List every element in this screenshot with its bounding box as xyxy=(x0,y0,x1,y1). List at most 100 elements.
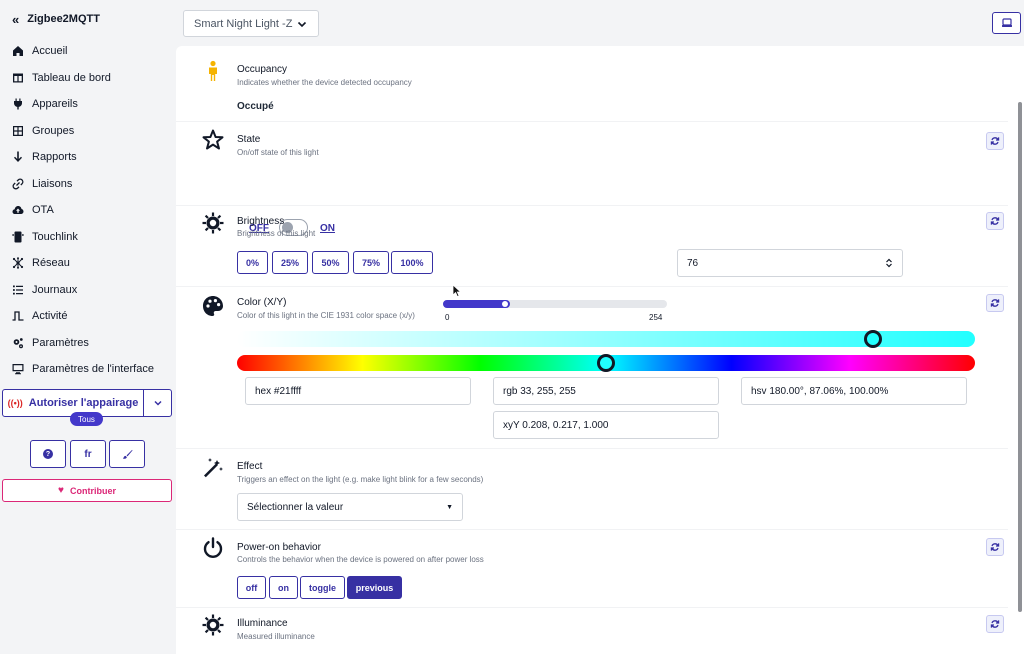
feature-illuminance: Illuminance Measured illuminance xyxy=(176,608,1008,654)
sidebar-item-paramètres-de-l-interface[interactable]: Paramètres de l'interface xyxy=(0,356,176,383)
device-select-value: Smart Night Light -Z xyxy=(194,17,293,30)
brightness-preset-0[interactable]: 0% xyxy=(237,251,268,274)
list-icon xyxy=(12,284,24,296)
sidebar-item-label: Paramètres de l'interface xyxy=(32,363,154,376)
hue-slider[interactable] xyxy=(237,354,975,372)
brand[interactable]: « Zigbee2MQTT xyxy=(0,0,176,38)
hue-slider-handle[interactable] xyxy=(597,354,615,372)
refresh-icon xyxy=(990,137,1000,145)
desktop-icon xyxy=(12,363,24,375)
effect-select[interactable]: Sélectionner la valeur ▼ xyxy=(237,493,463,521)
sidebar-item-label: Activité xyxy=(32,310,68,323)
sidebar-item-activité[interactable]: Activité xyxy=(0,303,176,330)
refresh-button[interactable] xyxy=(986,212,1004,230)
brightness-value: 76 xyxy=(687,257,699,269)
feature-title: Power-on behavior xyxy=(237,542,321,553)
mouse-cursor-icon xyxy=(452,284,462,298)
palette-icon xyxy=(202,295,224,317)
sidebar-item-label: Touchlink xyxy=(32,230,78,243)
refresh-button[interactable] xyxy=(986,132,1004,150)
sidebar-item-paramètres[interactable]: Paramètres xyxy=(0,330,176,357)
chevron-down-icon xyxy=(297,21,307,27)
sidebar-item-groupes[interactable]: Groupes xyxy=(0,118,176,145)
sidebar-item-label: Journaux xyxy=(32,283,78,296)
sidebar: « Zigbee2MQTT Accueil Tableau de bord Appa… xyxy=(0,0,176,654)
refresh-icon xyxy=(990,543,1000,551)
sidebar-item-liaisons[interactable]: Liaisons xyxy=(0,171,176,198)
sidebar-item-accueil[interactable]: Accueil xyxy=(0,38,176,65)
color-hsv-field[interactable]: hsv 180.00°, 87.06%, 100.00% xyxy=(741,377,967,405)
brightness-preset-100[interactable]: 100% xyxy=(391,251,433,274)
feature-occupancy: Occupancy Indicates whether the device d… xyxy=(176,46,1008,122)
cloud-upload-icon xyxy=(12,204,24,216)
sidebar-item-tableau-de-bord[interactable]: Tableau de bord xyxy=(0,65,176,92)
sidebar-item-réseau[interactable]: Réseau xyxy=(0,250,176,277)
wave-icon xyxy=(12,310,24,322)
color-xyy-field[interactable]: xyY 0.208, 0.217, 1.000 xyxy=(493,411,719,439)
cogs-icon xyxy=(12,337,24,349)
sidebar-item-appareils[interactable]: Appareils xyxy=(0,91,176,118)
sidebar-item-touchlink[interactable]: Touchlink xyxy=(0,224,176,251)
sidebar-item-label: Paramètres xyxy=(32,336,89,349)
feature-description: Controls the behavior when the device is… xyxy=(237,555,484,564)
contribute-label: Contribuer xyxy=(69,485,116,496)
sidebar-item-rapports[interactable]: Rapports xyxy=(0,144,176,171)
feature-title: Illuminance xyxy=(237,618,288,629)
sidebar-item-journaux[interactable]: Journaux xyxy=(0,277,176,304)
color-hex-field[interactable]: hex #21ffff xyxy=(245,377,471,405)
brightness-preset-75[interactable]: 75% xyxy=(353,251,389,274)
language-button[interactable]: fr xyxy=(70,440,106,468)
sidebar-item-label: OTA xyxy=(32,204,54,217)
power-on-option-toggle[interactable]: toggle xyxy=(300,576,345,599)
feature-power-on-behavior: Power-on behavior Controls the behavior … xyxy=(176,530,1008,608)
device-info-button[interactable] xyxy=(992,12,1021,34)
home-icon xyxy=(12,45,24,57)
brightness-preset-50[interactable]: 50% xyxy=(312,251,349,274)
feature-title: State xyxy=(237,134,261,145)
saturation-slider[interactable] xyxy=(237,330,975,348)
power-on-option-on[interactable]: on xyxy=(269,576,298,599)
feature-description: On/off state of this light xyxy=(237,148,319,157)
feature-title: Occupancy xyxy=(237,64,288,75)
power-on-option-off[interactable]: off xyxy=(237,576,266,599)
brightness-preset-25[interactable]: 25% xyxy=(272,251,308,274)
refresh-button[interactable] xyxy=(986,294,1004,312)
feature-effect: Effect Triggers an effect on the light (… xyxy=(176,449,1008,530)
sidebar-item-ota[interactable]: OTA xyxy=(0,197,176,224)
brand-name: Zigbee2MQTT xyxy=(27,13,100,25)
permit-join-dropdown[interactable] xyxy=(144,390,171,416)
brightness-number-input[interactable]: 76 xyxy=(677,249,903,277)
person-icon xyxy=(202,60,224,82)
feature-description: Indicates whether the device detected oc… xyxy=(237,78,412,87)
star-icon xyxy=(202,129,224,151)
color-rgb-field[interactable]: rgb 33, 255, 255 xyxy=(493,377,719,405)
refresh-button[interactable] xyxy=(986,538,1004,556)
sidebar-item-label: Tableau de bord xyxy=(32,71,111,84)
feature-title: Effect xyxy=(237,461,263,472)
collapse-icon[interactable]: « xyxy=(12,12,19,27)
paintbrush-icon xyxy=(122,449,133,459)
scrollbar[interactable] xyxy=(1018,102,1022,612)
grid-icon xyxy=(12,125,24,137)
feature-color: Color (X/Y) Color of this light in the C… xyxy=(176,287,1008,449)
spinner-arrows-icon[interactable] xyxy=(885,257,893,269)
sun-icon xyxy=(202,212,224,234)
feature-description: Triggers an effect on the light (e.g. ma… xyxy=(237,475,484,484)
refresh-button[interactable] xyxy=(986,615,1004,633)
help-button[interactable]: ? xyxy=(30,440,66,468)
magic-wand-icon xyxy=(202,457,224,479)
permit-join-target-badge: Tous xyxy=(70,412,103,426)
refresh-icon xyxy=(990,299,1000,307)
power-on-option-previous[interactable]: previous xyxy=(347,576,402,599)
feature-state: State On/off state of this light OFF ON xyxy=(176,122,1008,236)
chevron-down-icon xyxy=(153,400,162,406)
saturation-slider-handle[interactable] xyxy=(864,330,882,348)
contribute-button[interactable]: ♥ Contribuer xyxy=(2,479,172,502)
sidebar-item-label: Réseau xyxy=(32,257,70,270)
refresh-icon xyxy=(990,620,1000,628)
device-select[interactable]: Smart Night Light -Z xyxy=(183,10,319,37)
feature-description: Color of this light in the CIE 1931 colo… xyxy=(237,311,415,320)
theme-button[interactable] xyxy=(109,440,145,468)
power-icon xyxy=(202,537,224,559)
feature-description: Brightness of this light xyxy=(237,229,316,238)
